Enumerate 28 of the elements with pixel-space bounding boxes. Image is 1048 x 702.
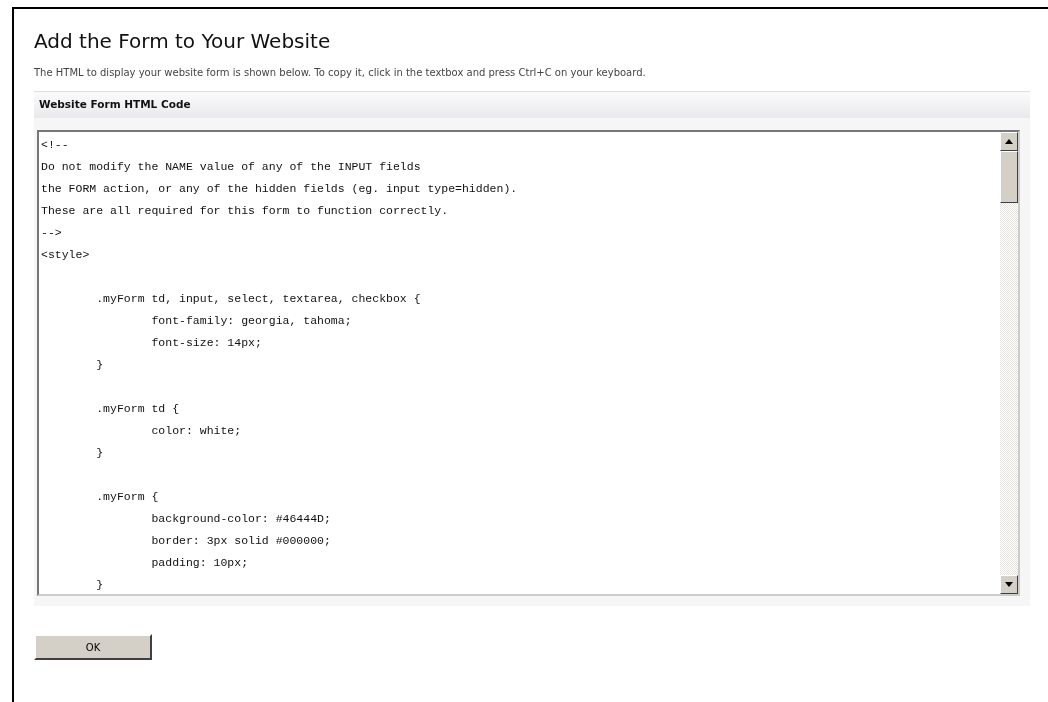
vertical-scrollbar[interactable] <box>1000 132 1018 594</box>
code-line: } <box>95 577 105 593</box>
code-line: <!-- <box>41 137 70 153</box>
code-line: .myForm td, input, select, textarea, checkbox { <box>95 291 422 307</box>
code-line: the FORM action, or any of the hidden fields (eg. input type=hidden). <box>41 181 519 197</box>
code-line: padding: 10px; <box>150 555 250 571</box>
page-description: The HTML to display your website form is shown below. To copy it, click in the textbox and press Ctrl+C on your keyboard. <box>34 67 647 78</box>
code-line: } <box>95 445 105 461</box>
scroll-down-button[interactable] <box>1000 575 1018 594</box>
code-line: .myForm td { <box>95 401 181 417</box>
panel-header: Website Form HTML Code <box>34 92 1030 118</box>
ok-button[interactable]: OK <box>34 634 152 660</box>
code-line: color: white; <box>150 423 243 439</box>
scroll-thumb[interactable] <box>1000 151 1018 203</box>
code-line: .myForm { <box>95 489 160 505</box>
code-line: background-color: #46444D; <box>150 511 332 527</box>
code-line: font-family: georgia, tahoma; <box>150 313 353 329</box>
scroll-up-button[interactable] <box>1000 132 1018 151</box>
code-line: font-size: 14px; <box>150 335 263 351</box>
code-line: Do not modify the NAME value of any of the INPUT fields <box>41 159 422 175</box>
code-line: <style> <box>41 247 91 263</box>
code-line: } <box>95 357 105 373</box>
page-title: Add the Form to Your Website <box>34 28 332 55</box>
code-line: These are all required for this form to function correctly. <box>41 203 450 219</box>
code-line: --> <box>41 225 63 241</box>
up-arrow-icon <box>1005 139 1013 144</box>
code-line: border: 3px solid #000000; <box>150 533 332 549</box>
down-arrow-icon <box>1005 582 1013 587</box>
